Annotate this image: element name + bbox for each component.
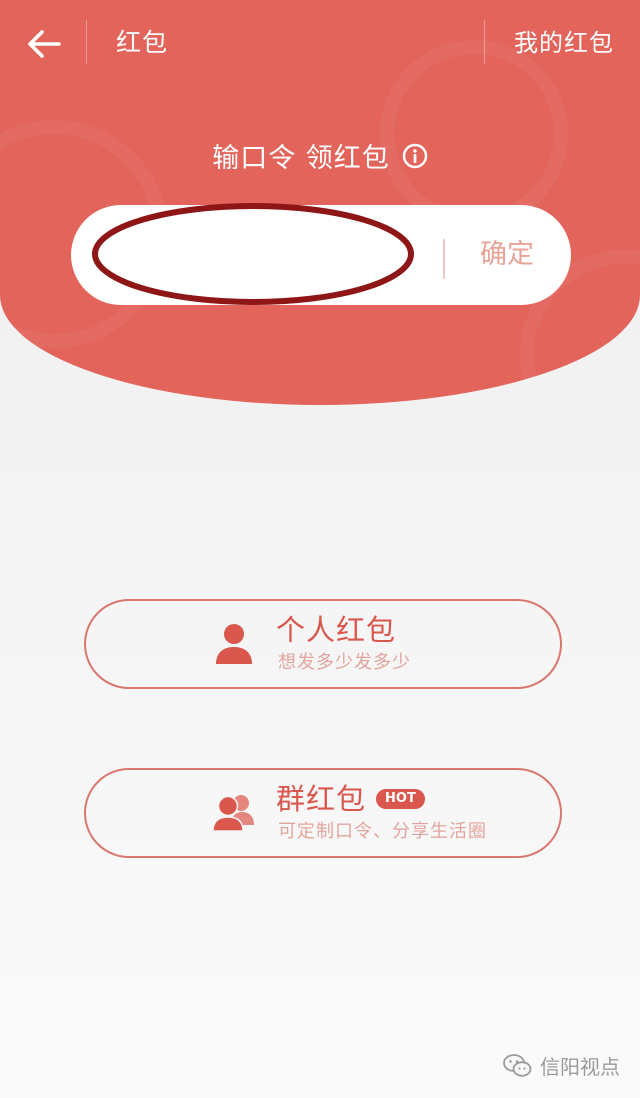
- watermark-text: 信阳视点: [540, 1055, 620, 1079]
- hot-badge: HOT: [376, 789, 425, 809]
- group-red-packet-button[interactable]: 群红包 HOT 可定制口令、分享生活圈: [84, 768, 562, 858]
- header-banner: 红包 我的红包 输口令 领红包 确定: [0, 0, 640, 405]
- group-icon: [212, 795, 254, 832]
- group-title-row: 群红包 HOT: [276, 780, 425, 818]
- info-icon[interactable]: [402, 143, 428, 169]
- input-divider: [443, 239, 445, 279]
- code-prompt: 输口令 领红包: [0, 136, 640, 175]
- person-icon: [216, 624, 252, 664]
- code-entry-box: 确定: [71, 205, 571, 305]
- personal-title: 个人红包: [276, 613, 397, 647]
- group-subtitle: 可定制口令、分享生活圈: [278, 821, 487, 842]
- page-title: 红包: [116, 28, 169, 57]
- header-divider: [86, 20, 87, 64]
- confirm-button[interactable]: 确定: [471, 230, 543, 280]
- my-red-packets-link[interactable]: 我的红包: [514, 24, 614, 62]
- code-input[interactable]: [111, 225, 435, 287]
- personal-subtitle: 想发多少发多少: [278, 652, 411, 673]
- header-divider: [484, 20, 485, 64]
- watermark: 信阳视点: [502, 1051, 620, 1080]
- wechat-icon: [503, 1053, 532, 1077]
- personal-title-row: 个人红包: [276, 611, 396, 649]
- personal-red-packet-button[interactable]: 个人红包 想发多少发多少: [84, 599, 562, 689]
- group-title: 群红包: [276, 782, 367, 816]
- code-prompt-text: 输口令 领红包: [212, 143, 390, 174]
- top-bar: 红包 我的红包: [0, 0, 640, 88]
- arrow-left-icon: [28, 30, 61, 58]
- back-button[interactable]: [22, 22, 66, 66]
